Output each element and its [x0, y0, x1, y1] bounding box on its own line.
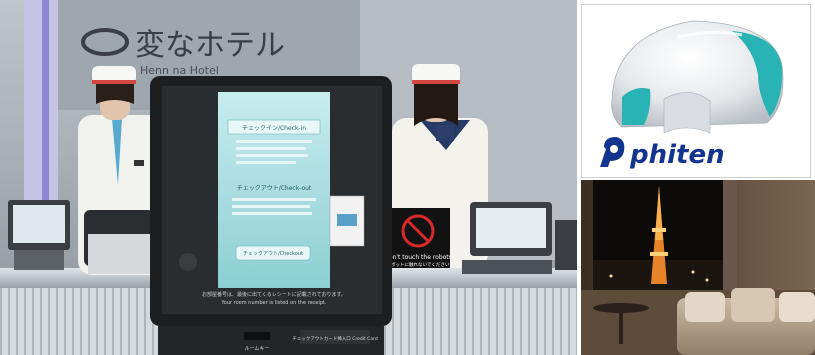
- sofa: [677, 288, 815, 355]
- sign-jp: 変なホテル: [135, 28, 285, 63]
- warning-line-2: ロボットに触れないでください: [387, 261, 450, 268]
- brand-name: phiten: [629, 140, 725, 170]
- kiosk-checkin-label: チェックイン/Check-in: [242, 125, 306, 132]
- hotel-room-night-photo: [581, 180, 815, 355]
- kiosk-checkout-label: チェックアウト/Check-out: [237, 184, 312, 192]
- room-key-slot-label: ルームキー: [245, 346, 270, 352]
- kiosk-checkout-button: チェックアウト/Checkout: [243, 250, 303, 257]
- dont-touch-robots-sign: Don't touch the robots ロボットに触れないでください: [384, 208, 452, 268]
- phiten-logo: phiten: [600, 137, 725, 170]
- card-slot-label: チェックアウトカード挿入口 Credit Card: [292, 335, 378, 342]
- massager-device: [611, 20, 784, 134]
- hotel-lobby-photo: 変なホテル Henn na Hotel Don't touch the robo…: [0, 0, 577, 355]
- kiosk-footer-jp: お部屋番号は、最後に出てくるレシートに記載されております。: [202, 291, 346, 298]
- warning-line-1: Don't touch the robots: [384, 254, 452, 261]
- checkin-kiosk: チェックイン/Check-in チェックアウト/Check-out チェックアウ…: [150, 76, 392, 355]
- purple-light-pillar: [24, 0, 58, 230]
- sign-en: Henn na Hotel: [140, 64, 219, 77]
- phiten-product-ad: phiten: [581, 4, 811, 178]
- kiosk-footer-en: Your room number is listed on the receip…: [220, 300, 327, 306]
